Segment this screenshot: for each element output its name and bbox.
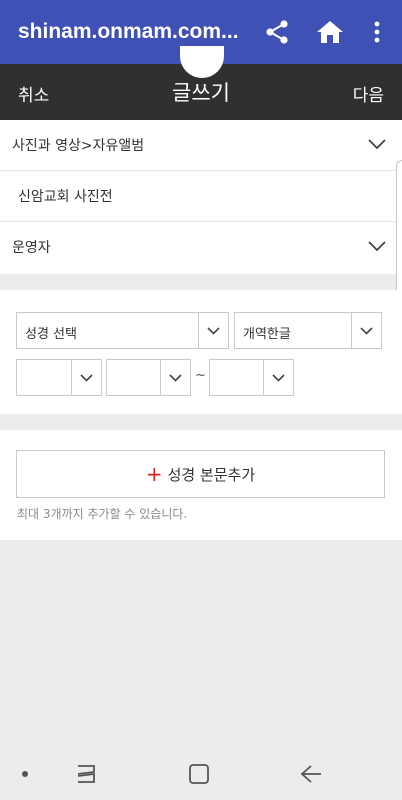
recents-icon[interactable] [74,762,98,786]
plus-icon: + [145,462,163,486]
back-icon[interactable] [299,762,323,786]
bible-book-select[interactable]: 성경 선택 [16,312,229,349]
add-passage-section: + 성경 본문추가 최대 3개까지 추가할 수 있습니다. [0,430,402,540]
home-icon[interactable] [316,18,344,46]
home-button-icon[interactable] [187,762,211,786]
dot-icon[interactable] [13,762,37,786]
add-passage-hint: 최대 3개까지 추가할 수 있습니다. [17,507,188,521]
browser-url[interactable]: shinam.onmam.com... [18,20,244,44]
chevron-down-icon [368,135,386,154]
add-bible-passage-button[interactable]: + 성경 본문추가 [16,450,385,498]
chevron-down-icon [368,237,386,256]
author-value: 운영자 [12,240,51,256]
bible-version-select[interactable]: 개역한글 [234,312,382,349]
chevron-down-icon [160,360,190,395]
header-tab-bump [180,46,224,78]
category-value: 사진과 영상>자유앨범 [12,138,145,154]
category-select[interactable]: 사진과 영상>자유앨범 [0,120,402,171]
chevron-down-icon [71,360,101,395]
chapter-select[interactable] [16,359,102,396]
bible-book-placeholder: 성경 선택 [25,327,77,342]
bible-verse-section: 성경 선택 개역한글 ~ [0,290,402,414]
system-nav-bar [0,748,402,800]
verse-to-select[interactable] [209,359,294,396]
verse-from-select[interactable] [106,359,191,396]
author-select[interactable]: 운영자 [0,222,402,273]
title-field[interactable]: 신암교회 사진전 [0,171,402,222]
chevron-down-icon [198,313,228,348]
share-icon[interactable] [263,18,291,46]
bible-version-value: 개역한글 [243,327,291,342]
more-vert-icon[interactable] [363,18,391,46]
app-header: 글쓰기 취소 다음 [0,46,402,120]
next-button[interactable]: 다음 [353,81,384,106]
range-separator: ~ [195,368,206,383]
chevron-down-icon [351,313,381,348]
page-title: 글쓰기 [172,81,230,105]
post-form: 사진과 영상>자유앨범 신암교회 사진전 운영자 [0,120,402,274]
title-value: 신암교회 사진전 [18,189,113,205]
chevron-down-icon [263,360,293,395]
add-passage-label: 성경 본문추가 [167,465,256,484]
cancel-button[interactable]: 취소 [18,81,49,106]
